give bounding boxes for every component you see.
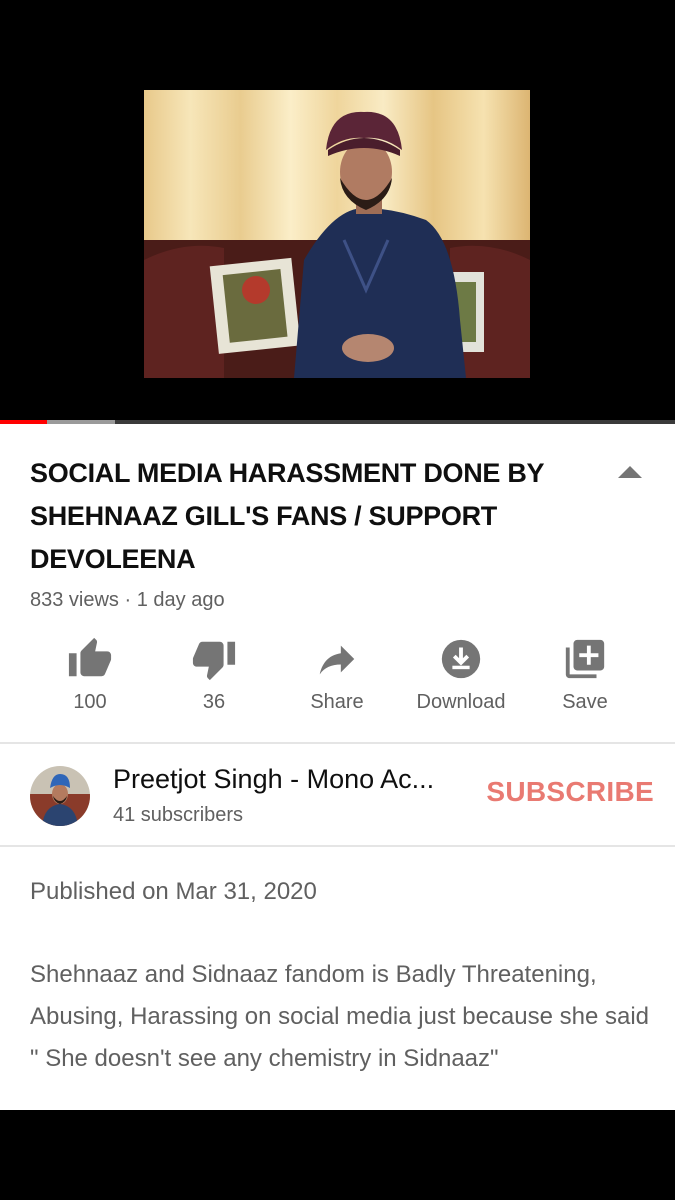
thumbs-down-icon <box>192 641 236 681</box>
video-description: Shehnaaz and Sidnaaz fandom is Badly Thr… <box>30 961 650 1072</box>
save-label: Save <box>562 691 608 713</box>
video-title[interactable]: SOCIAL MEDIA HARASSMENT DONE BY SHEHNAAZ… <box>30 452 590 581</box>
dislike-button[interactable]: 36 <box>154 636 274 714</box>
dislike-count: 36 <box>202 691 226 713</box>
avatar-image <box>30 766 90 826</box>
save-button[interactable]: Save <box>525 636 645 714</box>
divider <box>0 845 675 847</box>
channel-avatar[interactable] <box>30 766 90 826</box>
subscriber-count: 41 subscribers <box>113 804 244 826</box>
channel-name[interactable]: Preetjot Singh - Mono Ac... <box>113 764 473 795</box>
share-label: Share <box>310 691 364 713</box>
download-icon <box>441 639 481 679</box>
share-icon <box>319 645 355 675</box>
share-button[interactable]: Share <box>277 636 397 714</box>
video-details-panel: SOCIAL MEDIA HARASSMENT DONE BY SHEHNAAZ… <box>0 424 675 1110</box>
divider <box>0 742 675 744</box>
thumbs-up-icon <box>68 637 112 677</box>
views-and-date: 833 views · 1 day ago <box>30 589 225 611</box>
bottom-black-area <box>0 1110 675 1200</box>
collapse-up-icon[interactable] <box>617 464 643 480</box>
video-frame[interactable] <box>144 90 530 378</box>
published-date: Published on Mar 31, 2020 <box>30 878 317 905</box>
like-count: 100 <box>73 691 107 713</box>
video-thumbnail-image <box>144 90 530 378</box>
subscribe-button[interactable]: SUBSCRIBE <box>478 776 654 808</box>
download-label: Download <box>416 691 506 713</box>
like-button[interactable]: 100 <box>30 636 150 714</box>
save-playlist-icon <box>565 639 605 679</box>
video-player[interactable] <box>0 0 675 424</box>
download-button[interactable]: Download <box>401 636 521 714</box>
